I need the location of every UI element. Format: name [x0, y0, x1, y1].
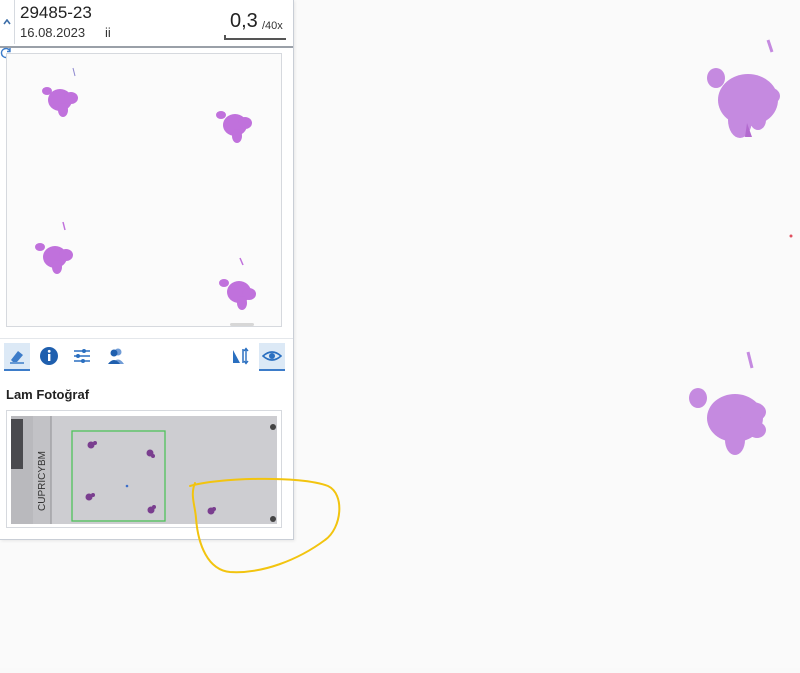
eraser-icon: [10, 351, 24, 364]
case-side-panel: 29485-23 16.08.2023 ii 0,3 /40x Lam Foto…: [0, 0, 294, 540]
overview-canvas: [35, 67, 256, 310]
overview-tissue-3: [35, 243, 73, 274]
tissue-section-top: [707, 39, 780, 138]
eraser-tool-button[interactable]: [4, 343, 30, 371]
overview-tissue-1: [42, 87, 78, 117]
zoom-scale[interactable]: 0,3 /40x: [224, 8, 292, 40]
case-id: 29485-23: [20, 3, 92, 22]
case-header: 29485-23 16.08.2023 ii 0,3 /40x: [0, 0, 293, 48]
users-button[interactable]: [103, 343, 129, 369]
adjustments-button[interactable]: [69, 343, 95, 369]
slide-photo-title: Lam Fotoğraf: [6, 387, 90, 402]
case-flag: ii: [105, 25, 111, 40]
info-button[interactable]: [36, 343, 62, 369]
sliders-icon: [74, 349, 90, 363]
scale-bar: [224, 35, 286, 40]
slide-photo[interactable]: CUPRICYBM: [6, 410, 282, 528]
slide-photo-image: CUPRICYBM: [11, 416, 277, 524]
flip-button[interactable]: [227, 343, 253, 369]
panel-toolbar: [0, 338, 293, 373]
zoom-scale-value: 0,3: [230, 10, 258, 32]
collapse-button[interactable]: [0, 0, 15, 44]
zoom-scale-unit: /40x: [262, 20, 283, 32]
visibility-button[interactable]: [259, 343, 285, 371]
info-icon: [40, 347, 58, 365]
overview-tissue-4: [219, 279, 256, 310]
flip-icon: [233, 347, 249, 365]
slide-overview-map[interactable]: [6, 53, 282, 327]
slide-label-text: CUPRICYBM: [37, 451, 48, 511]
tissue-section-bottom: [689, 351, 766, 455]
eye-icon: [262, 351, 282, 361]
overview-scrollbar[interactable]: [230, 323, 254, 326]
overview-tissue-2: [216, 111, 252, 143]
users-icon: [108, 348, 124, 364]
chevron-up-icon: [3, 19, 11, 25]
case-date: 16.08.2023: [20, 25, 86, 40]
